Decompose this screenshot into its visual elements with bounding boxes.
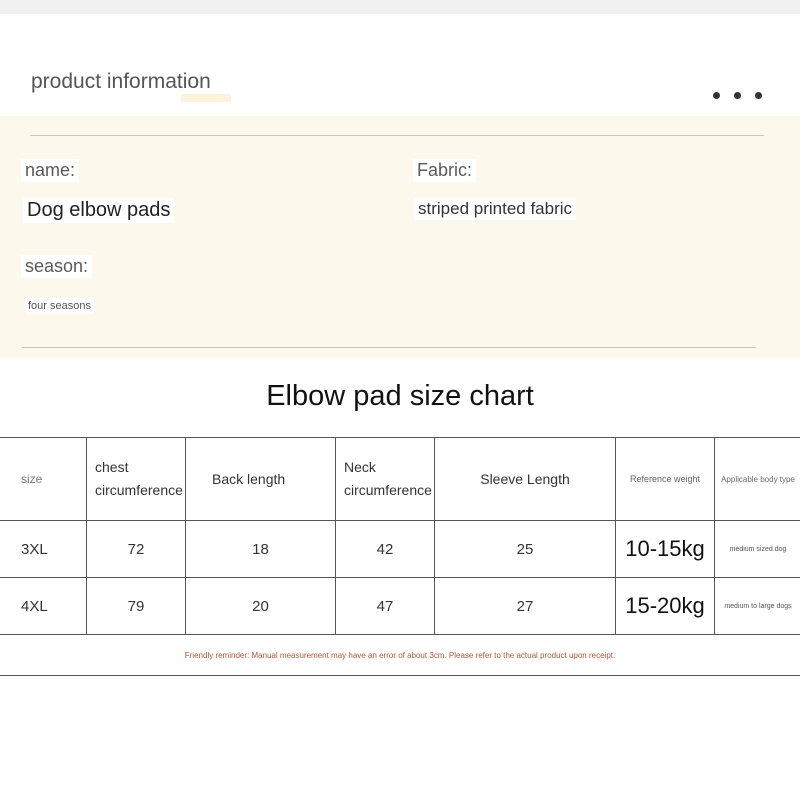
fabric-label: Fabric: [413,159,477,182]
name-value: Dog elbow pads [23,198,175,223]
cell-size: 3XL [0,520,87,578]
cell-chest: 79 [86,577,186,635]
fabric-value: striped printed fabric [414,198,577,220]
cell-weight: 15-20kg [615,577,715,635]
cell-chest: 72 [86,520,186,578]
cell-back-length: 20 [185,577,336,635]
divider [22,347,756,348]
table-row: 4XL 79 20 47 27 15-20kg medium to large … [0,577,800,635]
name-label: name: [21,159,80,182]
cell-size: 4XL [0,577,87,635]
cell-body-type: medium to large dogs [714,577,800,635]
cell-body-type: medium sized dog [714,520,800,578]
top-bar [0,0,800,14]
table-header-row: size chest circumference Back length Nec… [0,437,800,521]
header-size: size [0,437,87,521]
friendly-reminder: Friendly reminder: Manual measurement ma… [0,634,800,676]
more-options-icon[interactable] [713,92,762,99]
size-chart-title: Elbow pad size chart [266,380,534,412]
cell-weight: 10-15kg [615,520,715,578]
season-label: season: [21,255,93,278]
table-row: 3XL 72 18 42 25 10-15kg medium sized dog [0,520,800,578]
header-reference-weight: Reference weight [615,437,715,521]
page-title: product information [31,70,231,102]
cell-back-length: 18 [185,520,336,578]
cell-sleeve: 27 [434,577,616,635]
size-chart-table: size chest circumference Back length Nec… [0,437,800,676]
season-value: four seasons [25,298,94,314]
reminder-row: Friendly reminder: Manual measurement ma… [0,634,800,676]
header-applicable-body-type: Applicable body type [714,437,800,521]
cell-sleeve: 25 [434,520,616,578]
header-sleeve-length: Sleeve Length [434,437,616,521]
divider [30,135,764,136]
product-info-panel [0,116,800,358]
cell-neck: 42 [335,520,435,578]
header-neck-circumference: Neck circumference [335,437,435,521]
cell-neck: 47 [335,577,435,635]
header-back-length: Back length [185,437,336,521]
header-chest-circumference: chest circumference [86,437,186,521]
